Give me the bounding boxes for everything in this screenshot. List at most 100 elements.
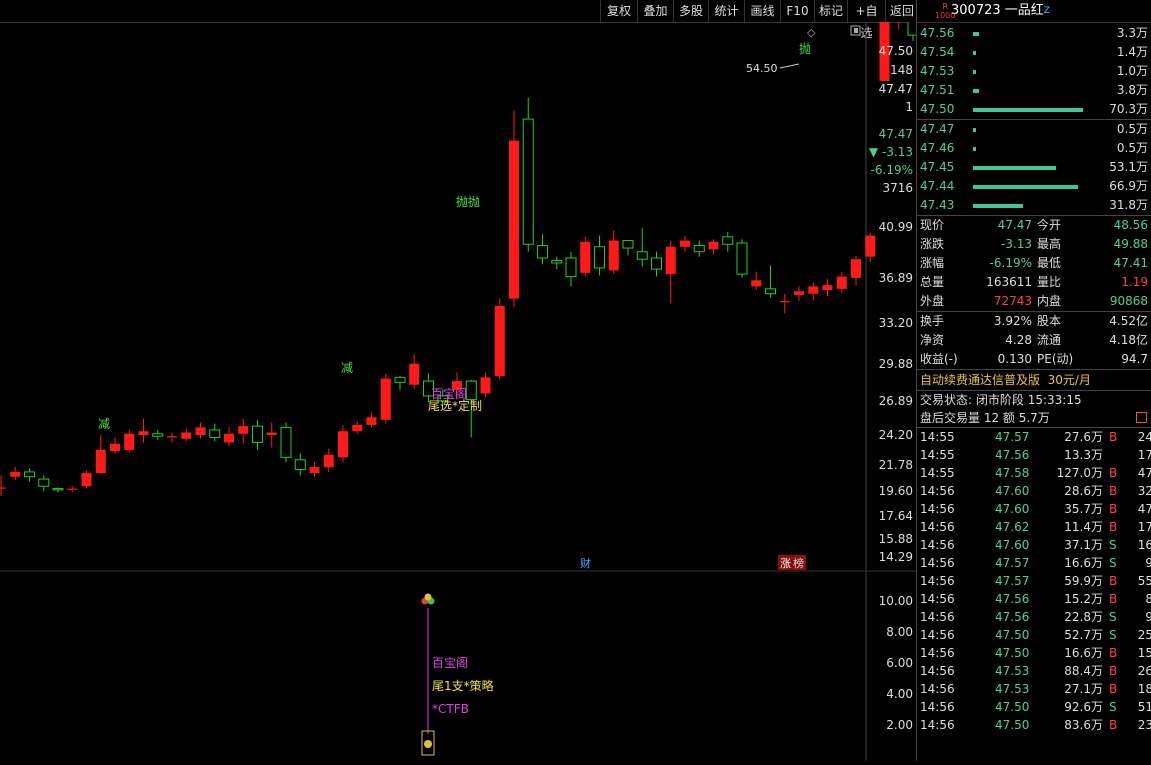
candle[interactable] — [665, 240, 676, 304]
candle[interactable] — [794, 286, 804, 302]
candle[interactable] — [24, 468, 35, 482]
bid-row[interactable]: 47.47 0.5万 — [917, 120, 1151, 139]
candle[interactable] — [765, 265, 776, 298]
candle[interactable] — [81, 470, 92, 489]
candle[interactable] — [736, 239, 748, 278]
price-tick-label: 19.60 — [879, 484, 913, 498]
volume-top-label: 148 — [890, 63, 913, 77]
candle[interactable] — [10, 467, 21, 481]
kline-chart-area[interactable]: ◇ 47.50 40.99 36.89 33.20 29.88 26.89 24.20 21.… — [0, 0, 919, 761]
ask-row[interactable]: 47.53 1.0万 — [917, 62, 1151, 81]
quote-label: 今开 — [1037, 218, 1062, 232]
candle[interactable] — [309, 462, 320, 477]
quote-label: 量比 — [1037, 275, 1062, 289]
toolbar-button-3[interactable]: 统计 — [708, 0, 744, 22]
candle[interactable] — [0, 475, 6, 497]
candle[interactable] — [893, 0, 904, 30]
toolbar-button-5[interactable]: F10 — [780, 0, 814, 22]
candle[interactable] — [323, 448, 334, 472]
ask-row[interactable]: 47.56 3.3万 — [917, 24, 1151, 43]
candle[interactable] — [409, 353, 420, 389]
candle[interactable] — [494, 298, 505, 380]
candle[interactable] — [565, 251, 577, 287]
candle[interactable] — [294, 453, 306, 476]
candle[interactable] — [266, 422, 277, 448]
toolbar-button-1[interactable]: 叠加 — [637, 0, 673, 22]
candle[interactable] — [808, 282, 819, 300]
toolbar-button-7[interactable]: +自选 — [847, 0, 885, 40]
candle[interactable] — [608, 230, 619, 275]
candle[interactable] — [480, 372, 491, 398]
toolbar-button-2[interactable]: 多股 — [673, 0, 708, 22]
candle[interactable] — [522, 97, 534, 252]
candle[interactable] — [779, 293, 790, 314]
candle[interactable] — [580, 236, 591, 277]
trade-price: 47.57 — [995, 556, 1030, 570]
bar-chart-icon[interactable] — [1136, 412, 1147, 423]
ask-row[interactable]: 47.51 3.8万 — [917, 81, 1151, 100]
candle[interactable] — [509, 110, 519, 308]
promo-banner[interactable]: 自动续费通达信普及版 30元/月 — [917, 369, 1151, 391]
candle[interactable] — [38, 475, 50, 491]
candle[interactable] — [167, 432, 177, 443]
stock-header[interactable]: R 1000 300723 一品红Z — [917, 0, 1151, 23]
candle[interactable] — [836, 271, 847, 293]
tick-trades-list[interactable]: 14:55 47.57 27.6万 B 24 14:55 47.56 13.3万 17 14:55… — [917, 428, 1151, 734]
candle[interactable] — [95, 435, 106, 475]
bid-row[interactable]: 47.44 66.9万 — [917, 177, 1151, 196]
bid-row[interactable]: 47.46 0.5万 — [917, 139, 1151, 158]
candle[interactable] — [594, 235, 605, 276]
quote-table: 现价 47.47 今开 48.56 涨跌 -3.13 最高 49.88 涨幅 -6.19% 最低 47… — [917, 216, 1151, 311]
candle[interactable] — [67, 486, 78, 493]
toolbar-button-4[interactable]: 画线 — [744, 0, 780, 22]
candle[interactable] — [195, 422, 206, 439]
toolbar-button-6[interactable]: 标记 — [814, 0, 847, 22]
candle[interactable] — [680, 235, 690, 252]
ask-row[interactable]: 47.54 1.4万 — [917, 43, 1151, 62]
candle-body — [152, 433, 164, 437]
candle[interactable] — [851, 255, 861, 286]
candle[interactable] — [622, 240, 634, 256]
ask-row[interactable]: 47.50 70.3万 — [917, 100, 1151, 119]
bid-row[interactable]: 47.45 53.1万 — [917, 158, 1151, 177]
candle-body — [380, 378, 391, 420]
candle[interactable] — [822, 279, 833, 297]
trade-volume: 88.4万 — [1064, 664, 1103, 678]
trade-time: 14:56 — [920, 538, 955, 552]
candle[interactable] — [209, 423, 221, 442]
toolbar-button-8[interactable]: 返回 — [885, 0, 918, 22]
candle[interactable] — [52, 487, 64, 493]
candle[interactable] — [551, 256, 563, 270]
candle[interactable] — [110, 437, 120, 454]
candle[interactable] — [722, 231, 734, 252]
candle-body — [224, 433, 234, 443]
candle[interactable] — [366, 412, 377, 428]
kline-chart[interactable]: ◇ 47.50 40.99 36.89 33.20 29.88 26.89 24.20 21.… — [0, 0, 919, 761]
candle[interactable] — [224, 427, 234, 447]
candle[interactable] — [651, 251, 662, 277]
candle[interactable] — [280, 422, 292, 463]
candle[interactable] — [352, 421, 363, 434]
candle[interactable] — [238, 418, 249, 444]
candle[interactable] — [865, 233, 876, 262]
candle[interactable] — [708, 239, 719, 255]
candle-body — [366, 417, 377, 425]
candle[interactable] — [693, 240, 705, 257]
candle[interactable] — [181, 428, 192, 442]
diamond-icon[interactable]: ◇ — [807, 26, 816, 39]
candle[interactable] — [394, 376, 406, 390]
candle[interactable] — [751, 271, 762, 291]
candle[interactable] — [380, 373, 391, 424]
trade-row: 14:56 47.62 11.4万 B 17 — [917, 518, 1151, 536]
candle[interactable] — [252, 419, 263, 450]
quote-label: 换手 — [920, 314, 945, 328]
candle[interactable] — [636, 228, 648, 267]
candle[interactable] — [124, 429, 135, 453]
candle[interactable] — [152, 429, 164, 440]
candle[interactable] — [338, 424, 348, 463]
candle[interactable] — [537, 234, 548, 265]
bid-row[interactable]: 47.43 31.8万 — [917, 196, 1151, 215]
toolbar-button-0[interactable]: 复权 — [600, 0, 637, 22]
candle[interactable] — [138, 418, 149, 443]
candle[interactable] — [907, 0, 919, 41]
